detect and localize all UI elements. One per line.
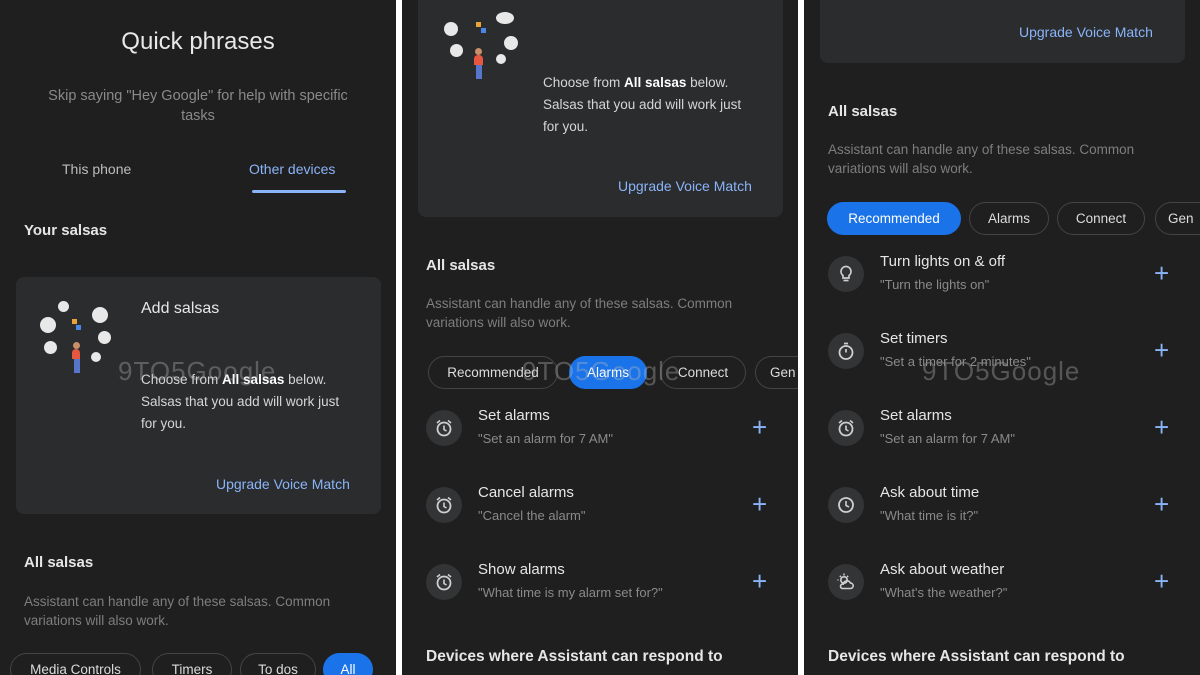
clock-icon — [828, 487, 864, 523]
lightbulb-icon — [828, 256, 864, 292]
chip-general[interactable]: Gen — [755, 356, 798, 389]
add-icon[interactable]: + — [1154, 260, 1169, 286]
salsa-item-show-alarms[interactable]: Show alarms "What time is my alarm set f… — [402, 554, 798, 614]
tab-this-phone[interactable]: This phone — [62, 161, 131, 177]
item-example: "Set an alarm for 7 AM" — [880, 431, 1015, 446]
all-salsas-description: Assistant can handle any of these salsas… — [426, 296, 733, 330]
add-icon[interactable]: + — [1154, 568, 1169, 594]
item-example: "Cancel the alarm" — [478, 508, 586, 523]
chip-to-dos[interactable]: To dos — [240, 653, 316, 675]
upgrade-voice-match-link[interactable]: Upgrade Voice Match — [618, 178, 752, 194]
add-icon[interactable]: + — [752, 568, 767, 594]
add-salsas-card: Upgrade Voice Match — [820, 0, 1185, 63]
item-title: Show alarms — [478, 561, 565, 578]
page-subtitle: Skip saying "Hey Google" for help with s… — [48, 88, 348, 124]
all-salsas-heading: All salsas — [24, 554, 94, 571]
item-title: Set alarms — [880, 407, 952, 424]
devices-heading: Devices where Assistant can respond to — [828, 648, 1125, 665]
chip-alarms[interactable]: Alarms — [969, 202, 1049, 235]
item-title: Turn lights on & off — [880, 253, 1006, 270]
add-icon[interactable]: + — [1154, 491, 1169, 517]
watermark: 9TO5Google — [118, 356, 277, 386]
item-example: "Set an alarm for 7 AM" — [478, 431, 613, 446]
salsas-illustration — [438, 2, 528, 92]
page-title: Quick phrases — [121, 28, 275, 55]
your-salsas-heading: Your salsas — [24, 222, 108, 239]
item-title: Ask about time — [880, 484, 980, 501]
salsa-item-set-timers[interactable]: Set timers "Set a timer for 2 minutes" + — [804, 323, 1200, 383]
alarm-icon — [426, 487, 462, 523]
all-salsas-heading: All salsas — [828, 103, 898, 120]
alarms-category-screen: Choose from All salsas below. Salsas tha… — [402, 0, 798, 675]
salsa-item-cancel-alarms[interactable]: Cancel alarms "Cancel the alarm" + — [402, 477, 798, 537]
card-title: Add salsas — [141, 300, 220, 317]
add-icon[interactable]: + — [752, 414, 767, 440]
item-example: "What time is my alarm set for?" — [478, 585, 663, 600]
chip-general[interactable]: Gen — [1155, 202, 1200, 235]
salsa-item-ask-weather[interactable]: Ask about weather "What's the weather?" … — [804, 554, 1200, 614]
all-salsas-description: Assistant can handle any of these salsas… — [828, 142, 1135, 176]
item-title: Set alarms — [478, 407, 550, 424]
salsa-item-set-alarms[interactable]: Set alarms "Set an alarm for 7 AM" + — [804, 400, 1200, 460]
alarm-icon — [426, 410, 462, 446]
tab-other-devices[interactable]: Other devices — [249, 161, 335, 177]
add-icon[interactable]: + — [1154, 414, 1169, 440]
item-example: "Set a timer for 2 minutes" — [880, 354, 1031, 369]
item-title: Set timers — [880, 330, 948, 347]
add-salsas-card: Choose from All salsas below. Salsas tha… — [418, 0, 783, 217]
tab-indicator — [252, 190, 346, 193]
timer-icon — [828, 333, 864, 369]
item-example: "What time is it?" — [880, 508, 979, 523]
devices-heading: Devices where Assistant can respond to — [426, 648, 723, 665]
salsa-item-set-alarms[interactable]: Set alarms "Set an alarm for 7 AM" + — [402, 400, 798, 460]
salsa-item-turn-lights[interactable]: Turn lights on & off "Turn the lights on… — [804, 246, 1200, 306]
watermark: 9TO5Google — [522, 356, 681, 386]
alarm-icon — [426, 564, 462, 600]
chip-media-controls[interactable]: Media Controls — [10, 653, 141, 675]
chip-all[interactable]: All — [323, 653, 373, 675]
all-salsas-heading: All salsas — [426, 257, 496, 274]
chip-recommended[interactable]: Recommended — [827, 202, 961, 235]
item-title: Cancel alarms — [478, 484, 574, 501]
item-example: "What's the weather?" — [880, 585, 1008, 600]
add-salsas-card: Add salsas Choose from All salsas below.… — [16, 277, 381, 514]
salsas-illustration — [36, 297, 126, 387]
add-icon[interactable]: + — [752, 491, 767, 517]
upgrade-voice-match-link[interactable]: Upgrade Voice Match — [216, 476, 350, 492]
salsa-item-ask-time[interactable]: Ask about time "What time is it?" + — [804, 477, 1200, 537]
alarm-icon — [828, 410, 864, 446]
chip-connect[interactable]: Connect — [1057, 202, 1145, 235]
add-icon[interactable]: + — [1154, 337, 1169, 363]
card-body: Choose from All salsas below. Salsas tha… — [543, 75, 742, 134]
weather-icon — [828, 564, 864, 600]
chip-timers[interactable]: Timers — [152, 653, 232, 675]
upgrade-voice-match-link[interactable]: Upgrade Voice Match — [1019, 24, 1153, 40]
recommended-category-screen: Upgrade Voice Match All salsas Assistant… — [804, 0, 1200, 675]
all-salsas-description: Assistant can handle any of these salsas… — [24, 594, 331, 628]
item-title: Ask about weather — [880, 561, 1005, 578]
item-example: "Turn the lights on" — [880, 277, 990, 292]
quick-phrases-screen: Quick phrases Skip saying "Hey Google" f… — [0, 0, 396, 675]
